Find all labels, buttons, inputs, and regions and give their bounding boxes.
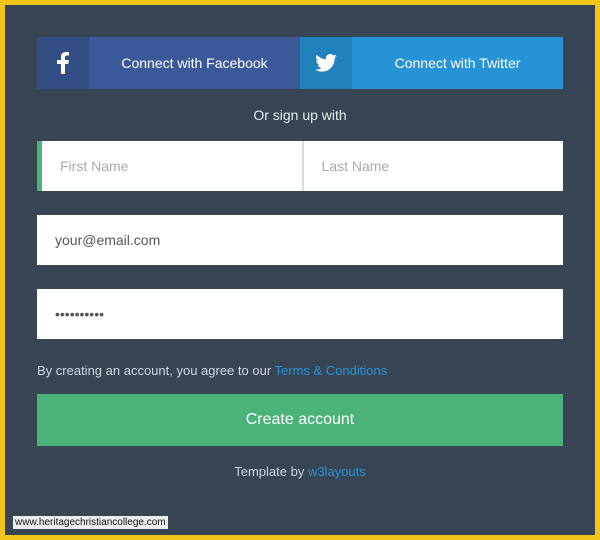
watermark: www.heritagechristiancollege.com [13,516,168,529]
last-name-input[interactable] [304,141,564,191]
terms-prefix: By creating an account, you agree to our [37,363,275,378]
facebook-icon [37,37,89,89]
footer-link[interactable]: w3layouts [308,464,366,479]
terms-text: By creating an account, you agree to our… [37,363,563,378]
twitter-icon [300,37,352,89]
create-account-label: Create account [246,411,355,429]
connect-twitter-button[interactable]: Connect with Twitter [300,37,563,89]
footer-credit: Template by w3layouts [37,464,563,479]
name-fields-row [37,141,563,191]
terms-link[interactable]: Terms & Conditions [275,363,388,378]
divider-text: Or sign up with [37,107,563,123]
first-name-input[interactable] [42,141,304,191]
connect-facebook-button[interactable]: Connect with Facebook [37,37,300,89]
footer-prefix: Template by [234,464,308,479]
twitter-button-label: Connect with Twitter [352,55,563,71]
create-account-button[interactable]: Create account [37,394,563,446]
signup-form-container: Connect with Facebook Connect with Twitt… [0,0,600,540]
social-buttons-row: Connect with Facebook Connect with Twitt… [37,37,563,89]
email-input[interactable] [37,215,563,265]
facebook-button-label: Connect with Facebook [89,55,300,71]
password-input[interactable] [37,289,563,339]
